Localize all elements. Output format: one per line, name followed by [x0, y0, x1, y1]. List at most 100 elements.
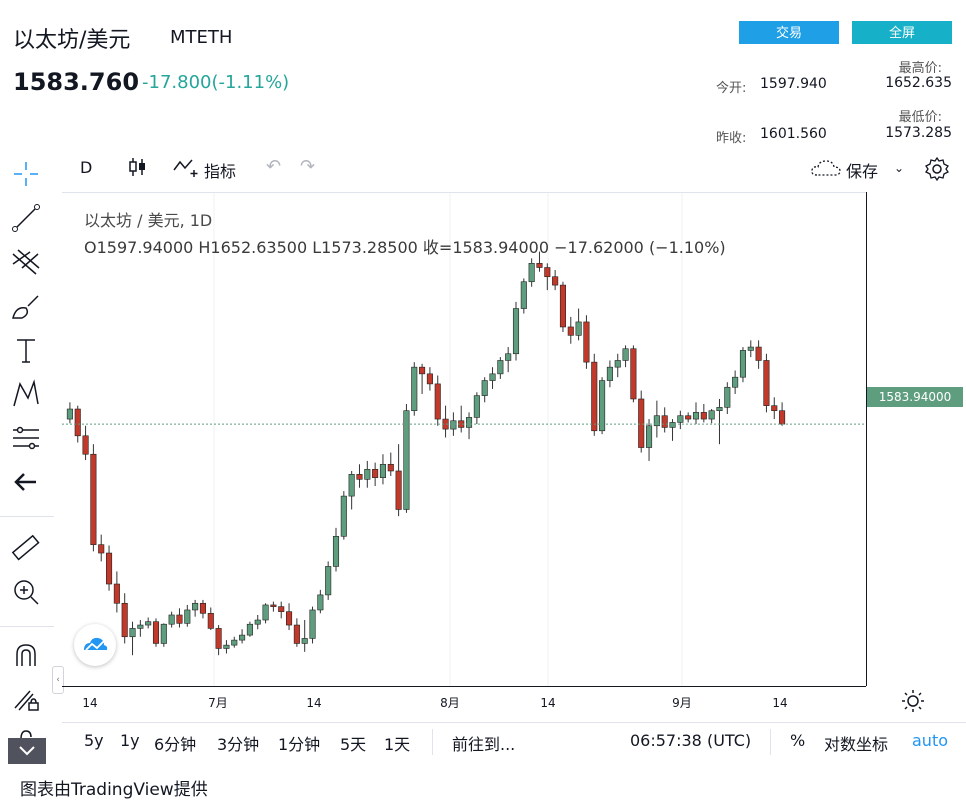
candle [779, 402, 786, 426]
range-5d[interactable]: 5天 [340, 731, 366, 755]
cloud-icon[interactable] [810, 158, 842, 178]
trendline-icon [12, 204, 40, 232]
candle [591, 353, 598, 436]
candle [732, 370, 739, 394]
indicators-icon[interactable] [172, 156, 202, 178]
candle [771, 397, 778, 420]
candle [160, 623, 167, 647]
range-1d[interactable]: 1天 [384, 731, 410, 755]
range-5y[interactable]: 5y [84, 731, 104, 750]
chevron-down-icon[interactable]: ⌄ [894, 161, 904, 175]
candle [98, 534, 105, 562]
pair-title: 以太坊/美元 [13, 28, 131, 53]
ruler-icon [11, 534, 40, 561]
candle [82, 425, 89, 461]
candle [317, 589, 324, 614]
pattern-tool[interactable] [8, 376, 44, 412]
candle [466, 412, 473, 440]
candle [614, 353, 621, 378]
candle [348, 470, 355, 510]
clock-time[interactable]: 06:57:38 (UTC) [630, 731, 751, 750]
undo-icon[interactable]: ↶ [266, 156, 281, 177]
candle [192, 599, 199, 617]
candle [685, 412, 692, 423]
candle [215, 625, 222, 656]
candle [387, 452, 394, 477]
time-tick-label: 9月 [672, 696, 692, 710]
back-arrow-tool[interactable] [8, 464, 44, 500]
candle [278, 601, 285, 619]
high-value: 1652.635 [885, 75, 952, 91]
candles-icon[interactable] [126, 156, 148, 178]
sun-icon[interactable] [900, 688, 926, 714]
attribution-footer[interactable]: 图表由TradingView提供 [20, 775, 208, 800]
candle [106, 545, 113, 591]
candle [332, 527, 340, 572]
candle [129, 621, 136, 656]
crosshair-icon [14, 162, 38, 186]
fib-tool[interactable] [8, 244, 44, 280]
price-axis[interactable] [866, 192, 966, 686]
chart-toolbar: D 指标 ↶ ↷ 保存 ⌄ [0, 150, 966, 190]
chart-pane[interactable] [62, 192, 866, 687]
range-6min[interactable]: 6分钟 [154, 731, 196, 755]
candle [544, 263, 551, 291]
candle [489, 367, 496, 389]
pitchfork-icon [12, 249, 40, 275]
candle [646, 419, 653, 461]
candle [692, 402, 700, 425]
candle [567, 316, 574, 344]
auto-scale-toggle[interactable]: auto [912, 731, 948, 750]
candle [606, 360, 613, 388]
time-axis[interactable]: 14 7月 14 8月 14 9月 14 [62, 686, 866, 716]
candle [747, 340, 754, 358]
save-button[interactable]: 保存 [846, 158, 878, 182]
brush-tool[interactable] [8, 288, 44, 324]
candle [458, 405, 465, 433]
last-price-label: 1583.94000 [867, 387, 963, 407]
log-scale-toggle[interactable]: 对数坐标 [824, 731, 888, 755]
goto-date-button[interactable]: 前往到... [452, 731, 515, 755]
redo-icon[interactable]: ↷ [300, 156, 315, 177]
range-1min[interactable]: 1分钟 [278, 731, 320, 755]
candle [434, 375, 441, 426]
candle [473, 392, 480, 425]
candle [301, 620, 308, 652]
candle [622, 345, 629, 368]
prediction-tool[interactable] [8, 420, 44, 456]
candle [325, 561, 332, 600]
candle [340, 491, 347, 540]
fullscreen-button[interactable]: 全屏 [852, 21, 952, 44]
ruler-tool[interactable] [8, 530, 44, 566]
pair-code: MTETH [170, 27, 233, 48]
zoom-tool[interactable] [8, 574, 44, 610]
candle [442, 405, 449, 438]
lock-drawing-tool[interactable] [8, 680, 44, 716]
text-icon [17, 339, 35, 363]
text-tool[interactable] [8, 332, 44, 368]
time-tick-label: 14 [772, 696, 787, 710]
range-1y[interactable]: 1y [120, 731, 140, 750]
more-tools-button[interactable] [8, 738, 46, 764]
interval-selector[interactable]: D [80, 158, 92, 177]
drawing-toolbar [0, 150, 54, 770]
trendline-tool[interactable] [8, 200, 44, 236]
candlestick-chart[interactable] [62, 193, 866, 687]
indicators-button[interactable]: 指标 [204, 158, 236, 182]
range-3min[interactable]: 3分钟 [217, 731, 259, 755]
candle [66, 402, 73, 424]
bottom-toolbar: 5y 1y 6分钟 3分钟 1分钟 5天 1天 前往到... 06:57:38 … [62, 722, 966, 758]
crosshair-tool[interactable] [8, 156, 44, 192]
trade-button[interactable]: 交易 [739, 21, 839, 44]
low-label: 最低价: [898, 110, 942, 125]
candle [669, 419, 676, 441]
candle [286, 603, 293, 631]
percent-toggle[interactable]: % [790, 731, 805, 750]
gear-icon[interactable] [924, 156, 950, 182]
magnet-tool[interactable] [8, 638, 44, 674]
candle [739, 347, 746, 383]
current-price: 1583.760 [13, 68, 140, 96]
tradingview-logo-badge[interactable] [74, 624, 116, 666]
pattern-icon [13, 379, 39, 407]
legend-title[interactable]: 以太坊 / 美元, 1D [84, 207, 212, 231]
